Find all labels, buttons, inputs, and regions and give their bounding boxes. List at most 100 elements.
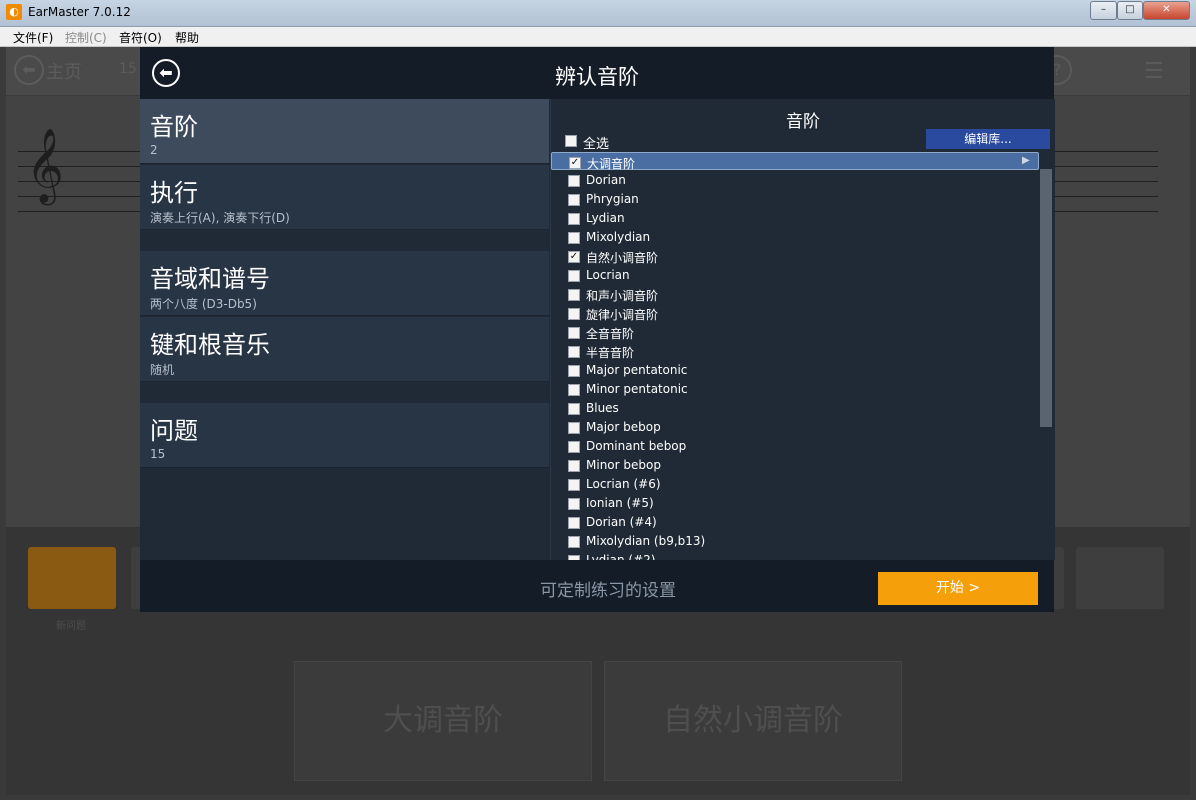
dialog-header: ⬅ 辨认音阶 xyxy=(140,47,1054,99)
scale-checkbox[interactable]: ✓ xyxy=(569,157,581,169)
earmaster-app-icon: ◐ xyxy=(6,4,22,20)
scale-list-item[interactable]: 半音音阶 xyxy=(551,342,1041,361)
scale-list-item[interactable]: Mixolydian (b9,b13) xyxy=(551,532,1041,551)
scale-checkbox[interactable] xyxy=(568,327,580,339)
background-number: 15 xyxy=(119,61,137,77)
scale-list-item[interactable]: Lydian (#2) xyxy=(551,551,1041,560)
scale-list-item[interactable]: ✓ 大调音阶 ▶ xyxy=(551,152,1039,171)
setting-execution[interactable]: 执行 演奏上行(A), 演奏下行(D) xyxy=(140,165,549,230)
scale-label: Dorian (#4) xyxy=(586,515,657,529)
scale-checkbox[interactable] xyxy=(568,441,580,453)
edit-library-button[interactable]: 编辑库... xyxy=(926,129,1050,149)
scale-checkbox[interactable] xyxy=(568,365,580,377)
setting-scales[interactable]: 音阶 2 xyxy=(140,99,549,164)
scale-list-item[interactable]: Locrian (#6) xyxy=(551,475,1041,494)
scale-list-item[interactable]: 和声小调音阶 xyxy=(551,285,1041,304)
scale-label: 旋律小调音阶 xyxy=(586,308,659,322)
scale-checkbox[interactable] xyxy=(568,232,580,244)
scale-list-item[interactable]: Lydian xyxy=(551,209,1041,228)
scale-label: Major pentatonic xyxy=(586,363,688,377)
scale-label: Dorian xyxy=(586,173,626,187)
scale-list-item[interactable]: Minor bebop xyxy=(551,456,1041,475)
scale-checkbox[interactable] xyxy=(568,194,580,206)
setting-questions[interactable]: 问题 15 xyxy=(140,403,549,468)
scale-list-item[interactable]: Mixolydian xyxy=(551,228,1041,247)
scale-list-item[interactable]: 全音音阶 xyxy=(551,323,1041,342)
setting-value: 两个八度 (D3-Db5) xyxy=(150,297,257,311)
scale-list-item[interactable]: Locrian xyxy=(551,266,1041,285)
scale-list-item[interactable]: Major bebop xyxy=(551,418,1041,437)
scale-checkbox[interactable] xyxy=(568,213,580,225)
scale-checkbox[interactable] xyxy=(568,517,580,529)
setting-title: 执行 xyxy=(150,179,198,207)
menu-control[interactable]: 控制(C) xyxy=(65,29,107,46)
setting-title: 音阶 xyxy=(150,113,198,141)
scale-checkbox[interactable]: ✓ xyxy=(568,251,580,263)
treble-clef-icon: 𝄞 xyxy=(26,129,64,203)
scale-checkbox[interactable] xyxy=(568,498,580,510)
scale-checkbox[interactable] xyxy=(568,384,580,396)
menu-file[interactable]: 文件(F) xyxy=(13,29,53,46)
setting-range-clef[interactable]: 音域和谱号 两个八度 (D3-Db5) xyxy=(140,251,549,316)
scale-label: Mixolydian xyxy=(586,230,651,244)
scale-checkbox[interactable] xyxy=(568,289,580,301)
answer-button-major: 大调音阶 xyxy=(294,661,592,781)
scale-label: Major bebop xyxy=(586,420,661,434)
select-all-label[interactable]: 全选 xyxy=(583,133,609,152)
scale-label: Ionian (#5) xyxy=(586,496,654,510)
menubar: 文件(F) 控制(C) 音符(O) 帮助 xyxy=(0,27,1196,47)
setting-value: 15 xyxy=(150,447,166,461)
menu-notes[interactable]: 音符(O) xyxy=(119,29,162,46)
home-label: 主页 xyxy=(46,62,82,83)
settings-list: 音阶 2 执行 演奏上行(A), 演奏下行(D) 音域和谱号 两个八度 (D3-… xyxy=(140,99,549,560)
window-title: EarMaster 7.0.12 xyxy=(28,5,131,19)
scale-list-item[interactable]: Dorian xyxy=(551,171,1041,190)
expand-arrow-icon[interactable]: ▶ xyxy=(1022,155,1030,166)
scale-checkbox[interactable] xyxy=(568,270,580,282)
check-answer-button xyxy=(1076,547,1164,609)
scale-checkbox[interactable] xyxy=(568,346,580,358)
setting-value: 2 xyxy=(150,143,158,157)
scale-list-item[interactable]: Dorian (#4) xyxy=(551,513,1041,532)
answer-button-natural-minor: 自然小调音阶 xyxy=(604,661,902,781)
scrollbar-thumb[interactable] xyxy=(1040,169,1052,427)
scale-list-item[interactable]: 旋律小调音阶 xyxy=(551,304,1041,323)
setting-title: 音域和谱号 xyxy=(150,265,270,293)
scale-label: 全音音阶 xyxy=(586,327,635,341)
scale-list-item[interactable]: Ionian (#5) xyxy=(551,494,1041,513)
start-button[interactable]: 开始 > xyxy=(878,572,1038,605)
scale-checkbox[interactable] xyxy=(568,175,580,187)
minimize-button[interactable]: – xyxy=(1090,1,1117,20)
scale-label: Lydian xyxy=(586,211,625,225)
window-titlebar: ◐ EarMaster 7.0.12 – □ ✕ xyxy=(0,0,1196,27)
scale-list-item[interactable]: Blues xyxy=(551,399,1041,418)
scale-list-item[interactable]: ✓ 自然小调音阶 xyxy=(551,247,1041,266)
scale-label: 大调音阶 xyxy=(587,157,636,171)
scale-checkbox[interactable] xyxy=(568,536,580,548)
close-window-button[interactable]: ✕ xyxy=(1143,1,1190,20)
new-question-button xyxy=(28,547,116,609)
scale-label: Lydian (#2) xyxy=(586,553,656,560)
scale-list-item[interactable]: Minor pentatonic xyxy=(551,380,1041,399)
menu-help[interactable]: 帮助 xyxy=(175,29,199,46)
scale-label: Phrygian xyxy=(586,192,639,206)
scale-list-item[interactable]: Major pentatonic xyxy=(551,361,1041,380)
scale-checkbox[interactable] xyxy=(568,479,580,491)
setting-key-root[interactable]: 键和根音乐 随机 xyxy=(140,317,549,382)
maximize-button[interactable]: □ xyxy=(1117,1,1143,20)
footer-hint-text: 可定制练习的设置 xyxy=(540,581,676,601)
dialog-footer: 可定制练习的设置 开始 > xyxy=(140,560,1054,612)
scale-label: Mixolydian (b9,b13) xyxy=(586,534,706,548)
scale-list-item[interactable]: Phrygian xyxy=(551,190,1041,209)
scale-checkbox[interactable] xyxy=(568,308,580,320)
scale-label: Minor bebop xyxy=(586,458,661,472)
select-all-checkbox[interactable] xyxy=(565,135,577,147)
setting-value: 随机 xyxy=(150,363,175,377)
scale-label: Locrian xyxy=(586,268,630,282)
scale-list-item[interactable]: Dominant bebop xyxy=(551,437,1041,456)
scale-checkbox[interactable] xyxy=(568,403,580,415)
scale-label: Dominant bebop xyxy=(586,439,687,453)
scale-checkbox[interactable] xyxy=(568,460,580,472)
scale-checkbox[interactable] xyxy=(568,422,580,434)
setting-value: 演奏上行(A), 演奏下行(D) xyxy=(150,211,290,225)
